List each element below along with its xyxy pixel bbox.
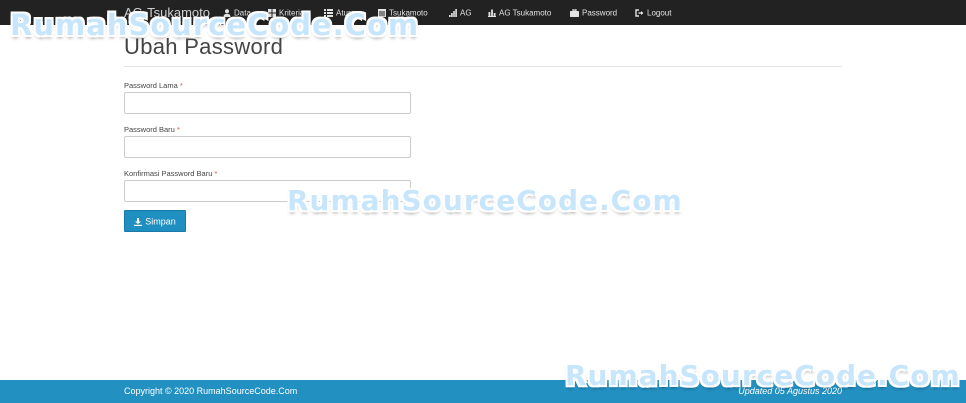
nav-item-logout[interactable]: Logout <box>635 0 671 25</box>
old-password-field[interactable] <box>124 92 411 114</box>
top-navbar: AG-Tsukamoto Data Kriteria Aturan Tsukam… <box>0 0 966 25</box>
briefcase-icon <box>570 8 579 17</box>
table-icon <box>378 8 386 17</box>
save-button[interactable]: Simpan <box>124 210 186 232</box>
footer-updated: Updated 05 Agustus 2020 <box>738 386 842 396</box>
new-password-label: Password Baru * <box>124 125 180 134</box>
required-marker: * <box>214 169 218 178</box>
nav-item-password[interactable]: Password <box>570 0 617 25</box>
new-password-label-text: Password Baru <box>124 125 175 134</box>
nav-item-label: Kriteria <box>279 8 305 18</box>
nav-item-tsukamoto[interactable]: Tsukamoto <box>378 0 428 25</box>
nav-item-label: Data <box>234 8 251 18</box>
save-button-label: Simpan <box>145 216 176 227</box>
page-title: Ubah Password <box>124 34 284 59</box>
confirm-password-label: Konfirmasi Password Baru * <box>124 169 217 178</box>
nav-item-label: AG Tsukamoto <box>499 8 552 18</box>
footer-copyright: Copyright © 2020 RumahSourceCode.Com <box>124 386 298 396</box>
nav-item-aturan[interactable]: Aturan <box>324 0 360 25</box>
nav-item-label: AG <box>460 8 472 18</box>
download-icon <box>134 217 143 226</box>
grid-icon <box>268 8 276 17</box>
nav-item-kriteria[interactable]: Kriteria <box>268 0 304 25</box>
nav-item-label: Aturan <box>336 8 360 18</box>
nav-item-label: Password <box>582 8 618 18</box>
nav-item-label: Tsukamoto <box>389 8 428 18</box>
nav-item-ag[interactable]: AG <box>449 0 472 25</box>
list-icon <box>324 8 333 17</box>
divider <box>124 66 842 67</box>
confirm-password-label-text: Konfirmasi Password Baru <box>124 169 213 178</box>
logout-icon <box>635 9 644 17</box>
navbar-brand[interactable]: AG-Tsukamoto <box>124 5 210 20</box>
nav-item-data[interactable]: Data <box>223 0 251 25</box>
nav-item-label: Logout <box>647 8 672 18</box>
new-password-field[interactable] <box>124 136 411 158</box>
old-password-label-text: Password Lama <box>124 81 178 90</box>
required-marker: * <box>176 125 180 134</box>
nav-item-ag-tsukamoto[interactable]: AG Tsukamoto <box>488 0 551 25</box>
old-password-label: Password Lama * <box>124 81 183 90</box>
bar-chart-icon <box>488 9 496 17</box>
signal-icon <box>449 8 457 17</box>
footer: Copyright © 2020 RumahSourceCode.Com Upd… <box>0 380 966 403</box>
user-icon <box>223 9 231 17</box>
required-marker: * <box>179 81 183 90</box>
confirm-password-field[interactable] <box>124 180 411 202</box>
